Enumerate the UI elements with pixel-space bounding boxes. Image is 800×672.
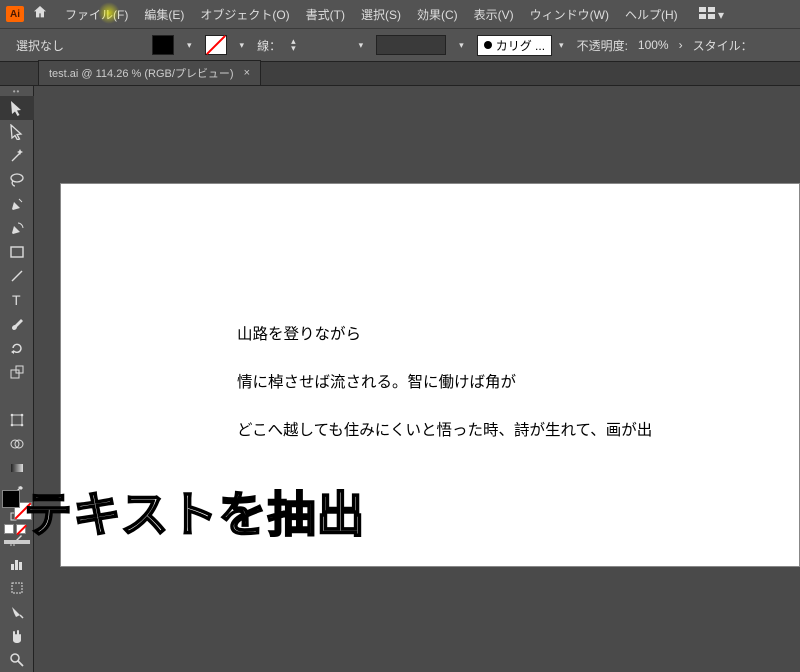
menu-window[interactable]: ウィンドウ(W) — [523, 3, 616, 26]
width-tool[interactable] — [0, 384, 34, 408]
document-tab-title: test.ai @ 114.26 % (RGB/プレビュー) — [49, 65, 234, 81]
stroke-swatch[interactable] — [205, 35, 227, 55]
free-transform-tool[interactable] — [0, 408, 34, 432]
options-bar: 選択なし ▾ ▾ 線： ▴▾ ▾ ▾ カリグ ... ▾ 不透明度: 100% ›… — [0, 28, 800, 62]
pen-tool[interactable] — [0, 192, 34, 216]
direct-selection-tool[interactable] — [0, 120, 34, 144]
menu-view[interactable]: 表示(V) — [467, 3, 521, 26]
fill-dropdown-icon[interactable]: ▾ — [184, 40, 195, 51]
line-tool[interactable] — [0, 264, 34, 288]
type-tool[interactable]: T — [0, 288, 34, 312]
lasso-tool[interactable] — [0, 168, 34, 192]
workspace-switcher-icon[interactable]: ▾ — [693, 4, 730, 25]
text-line[interactable]: 山路を登りながら — [237, 322, 361, 344]
menu-file[interactable]: ファイル(F) — [58, 3, 135, 26]
text-line[interactable]: どこへ越しても住みにくいと悟った時、詩が生れて、画が出 — [237, 418, 652, 440]
stroke-preview-dropdown-icon[interactable]: ▾ — [456, 40, 467, 51]
stroke-preview[interactable] — [376, 35, 446, 55]
curvature-tool[interactable] — [0, 216, 34, 240]
document-tabbar: test.ai @ 114.26 % (RGB/プレビュー) × — [0, 62, 800, 86]
fill-swatch[interactable] — [152, 35, 174, 55]
paintbrush-tool[interactable] — [0, 312, 34, 336]
opacity-label: 不透明度: — [577, 37, 628, 54]
stroke-weight-label: 線： — [257, 37, 281, 54]
column-graph-tool[interactable] — [0, 552, 34, 576]
rectangle-tool[interactable] — [0, 240, 34, 264]
rotate-tool[interactable] — [0, 336, 34, 360]
stroke-stepper-icon[interactable]: ▴▾ — [291, 38, 296, 52]
selection-tool[interactable] — [0, 96, 34, 120]
close-tab-icon[interactable]: × — [244, 67, 250, 79]
home-icon[interactable] — [32, 4, 48, 24]
brush-name: カリグ ... — [496, 37, 545, 54]
tools-panel: •• T — [0, 86, 34, 672]
style-label: スタイル： — [693, 37, 753, 54]
brush-selector[interactable]: カリグ ... — [477, 35, 552, 56]
svg-text:T: T — [12, 292, 21, 308]
menu-help[interactable]: ヘルプ(H) — [618, 3, 685, 26]
menubar: Ai ファイル(F) 編集(E) オブジェクト(O) 書式(T) 選択(S) 効… — [0, 0, 800, 28]
color-mode-row — [4, 524, 26, 534]
menu-effect[interactable]: 効果(C) — [410, 3, 465, 26]
opacity-value[interactable]: 100% — [638, 38, 669, 52]
app-icon: Ai — [6, 6, 24, 22]
brush-dot-icon — [484, 41, 492, 49]
menu-object[interactable]: オブジェクト(O) — [193, 3, 296, 26]
artboard-tool[interactable] — [0, 576, 34, 600]
magic-wand-tool[interactable] — [0, 144, 34, 168]
selection-status: 選択なし — [8, 35, 72, 56]
shape-builder-tool[interactable] — [0, 432, 34, 456]
menu-type[interactable]: 書式(T) — [299, 3, 352, 26]
menu-select[interactable]: 選択(S) — [354, 3, 408, 26]
slice-tool[interactable] — [0, 600, 34, 624]
more-icon[interactable]: › — [679, 38, 683, 52]
stroke-profile-dropdown-icon[interactable]: ▾ — [356, 40, 367, 51]
text-line[interactable]: 情に棹させば流される。智に働けば角が — [237, 370, 516, 392]
brush-dropdown-icon[interactable]: ▾ — [556, 40, 567, 51]
fill-color-icon[interactable] — [2, 490, 20, 508]
stroke-dropdown-icon[interactable]: ▾ — [237, 40, 248, 51]
menu-edit[interactable]: 編集(E) — [137, 3, 191, 26]
hand-tool[interactable] — [0, 624, 34, 648]
overlay-caption: テキストを抽出 — [24, 475, 366, 545]
document-tab[interactable]: test.ai @ 114.26 % (RGB/プレビュー) × — [38, 60, 261, 85]
scale-tool[interactable] — [0, 360, 34, 384]
toolbar-handle[interactable]: •• — [0, 86, 33, 96]
color-mode-fill-icon[interactable] — [4, 524, 14, 534]
zoom-tool[interactable] — [0, 648, 34, 672]
